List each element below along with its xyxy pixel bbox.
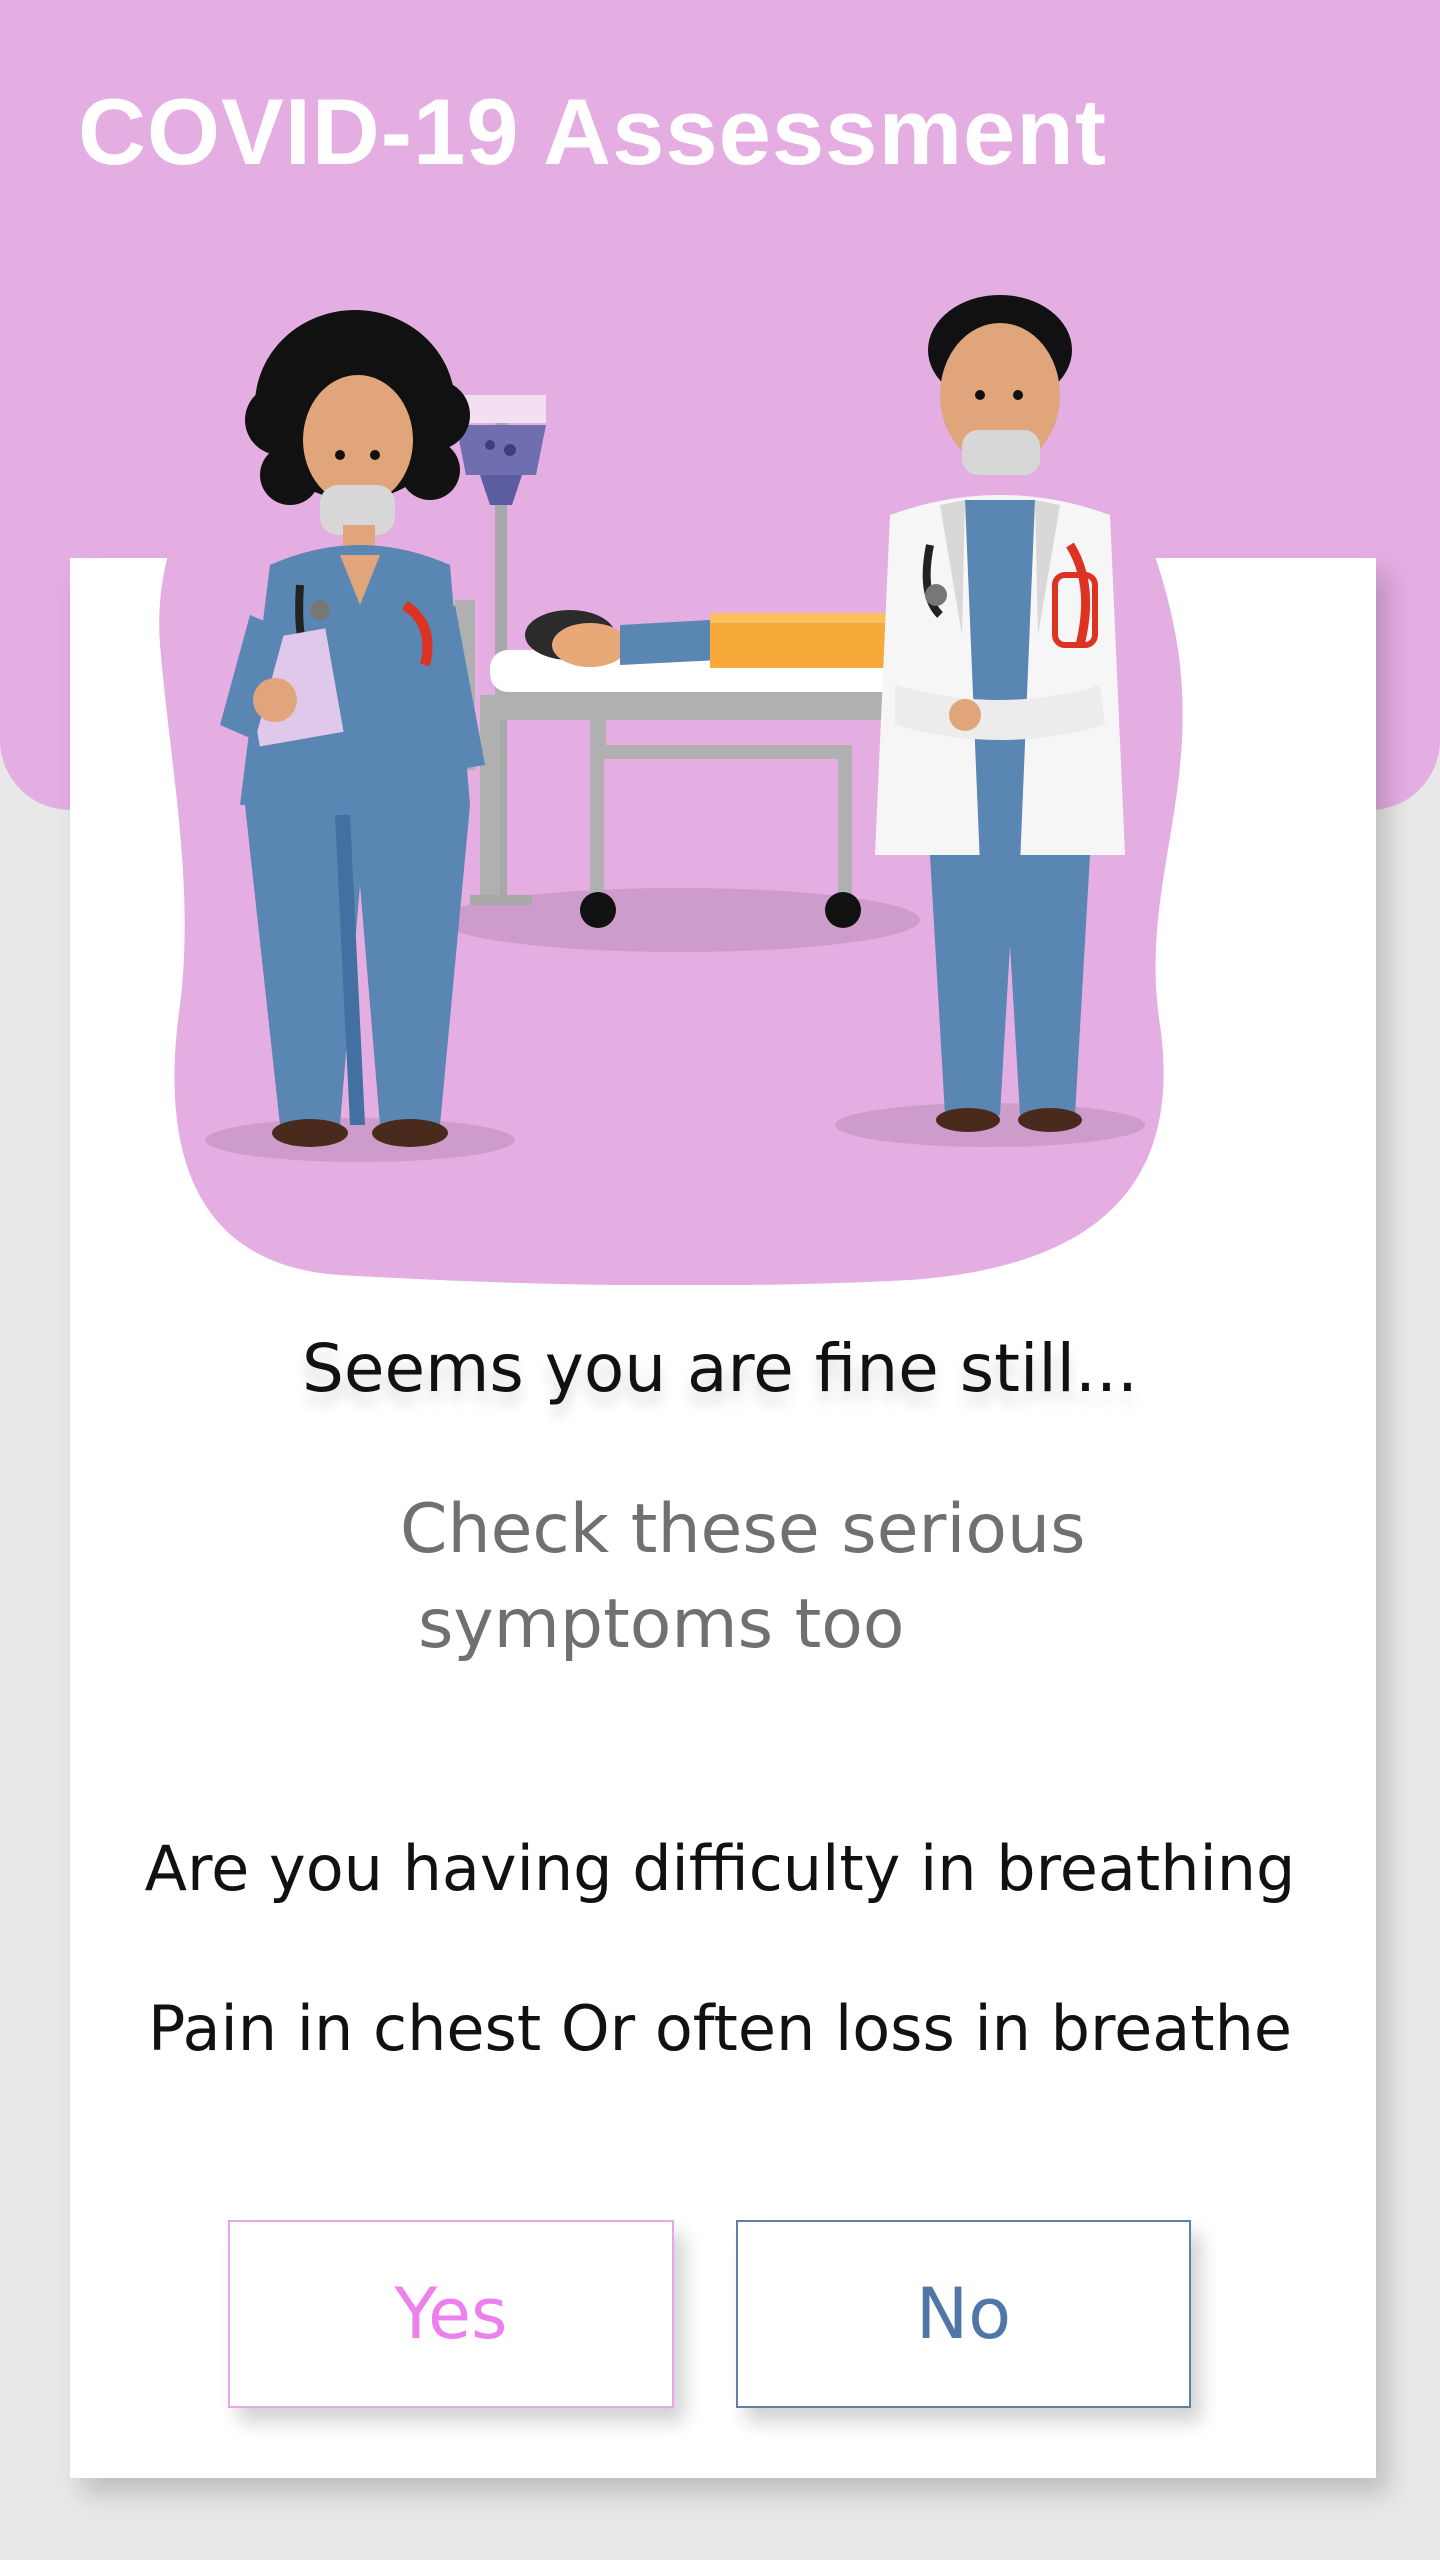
patient-icon	[525, 610, 905, 668]
subtitle-line-2: symptoms too	[418, 1585, 905, 1664]
no-button-label: No	[915, 2273, 1012, 2355]
subtitle-line-1: Check these serious	[400, 1490, 1086, 1569]
yes-button-label: Yes	[394, 2273, 508, 2355]
doctors-with-patient-illustration	[159, 252, 1183, 1285]
no-button[interactable]: No	[736, 2220, 1191, 2408]
result-headline: Seems you are fine still...	[302, 1330, 1138, 1407]
question-line-1: Are you having difficulty in breathing	[144, 1832, 1296, 1905]
question-line-2: Pain in chest Or often loss in breathe	[147, 1992, 1293, 2065]
yes-button[interactable]: Yes	[228, 2220, 674, 2408]
app-title: COVID-19 Assessment	[78, 79, 1108, 184]
